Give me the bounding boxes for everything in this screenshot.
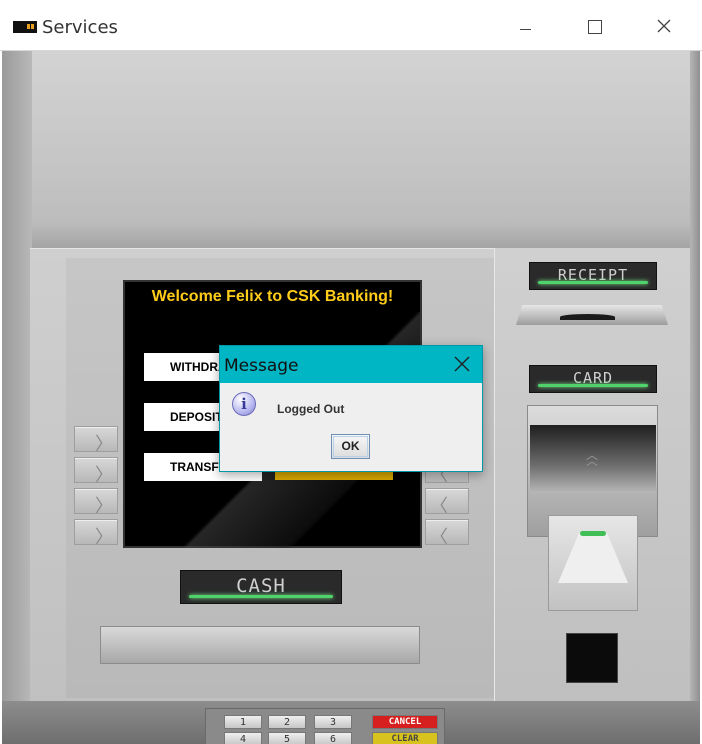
receipt-label: RECEIPT	[529, 262, 657, 290]
window-title: Services	[42, 17, 118, 38]
keypad: 1 2 3 CANCEL 4 5 6 CLEAR	[205, 708, 445, 744]
clear-key[interactable]: CLEAR	[372, 732, 438, 744]
message-dialog: Message i Logged Out OK	[219, 345, 483, 472]
dialog-message: Logged Out	[277, 402, 345, 416]
screen-option-bar	[275, 472, 393, 480]
key-3[interactable]: 3	[314, 715, 352, 729]
dialog-title: Message	[224, 356, 299, 376]
key-2[interactable]: 2	[268, 715, 306, 729]
side-key-left-4[interactable]: 〉	[74, 519, 118, 548]
welcome-message: Welcome Felix to CSK Banking!	[151, 288, 394, 305]
side-key-left-2[interactable]: 〉	[74, 457, 118, 486]
app-icon	[13, 21, 37, 33]
dialog-close-button[interactable]	[442, 346, 482, 383]
cash-slot	[100, 626, 420, 664]
side-key-right-2[interactable]: 〈	[425, 488, 469, 517]
cash-label: CASH	[180, 570, 342, 604]
side-key-left-3[interactable]: 〉	[74, 488, 118, 517]
minimize-button[interactable]	[503, 0, 549, 51]
cancel-key[interactable]: CANCEL	[372, 715, 438, 729]
close-button[interactable]	[641, 0, 687, 51]
maximize-button[interactable]	[572, 0, 618, 51]
key-4[interactable]: 4	[224, 732, 262, 744]
ok-button[interactable]: OK	[331, 434, 370, 459]
info-icon: i	[232, 392, 256, 416]
side-key-right-3[interactable]: 〈	[425, 519, 469, 548]
side-key-left-1[interactable]: 〉	[74, 426, 118, 455]
card-label: CARD	[529, 365, 657, 393]
key-6[interactable]: 6	[314, 732, 352, 744]
dialog-title-bar: Message	[220, 346, 482, 383]
close-icon	[454, 356, 470, 372]
camera-window	[566, 633, 618, 683]
card-insert-chevron-icon: ︿ ︿	[585, 448, 598, 468]
close-icon	[657, 19, 671, 33]
key-5[interactable]: 5	[268, 732, 306, 744]
key-1[interactable]: 1	[224, 715, 262, 729]
title-bar: Services	[0, 0, 702, 51]
